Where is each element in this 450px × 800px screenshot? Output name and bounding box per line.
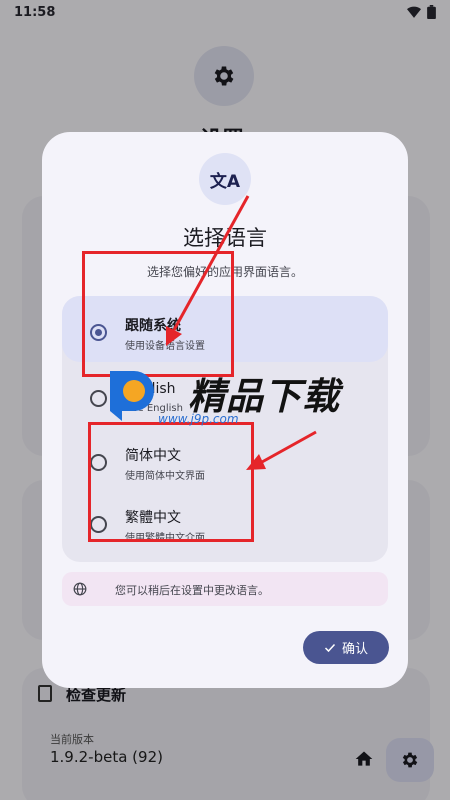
status-bar: 11:58 xyxy=(0,0,450,24)
watermark-logo xyxy=(110,371,154,421)
watermark-url: www.j9p.com xyxy=(158,412,239,426)
status-time: 11:58 xyxy=(14,4,56,20)
annotation-arrow xyxy=(261,430,317,464)
wifi-icon xyxy=(407,6,421,18)
battery-icon xyxy=(427,5,436,19)
annotation-arrow xyxy=(172,195,250,331)
